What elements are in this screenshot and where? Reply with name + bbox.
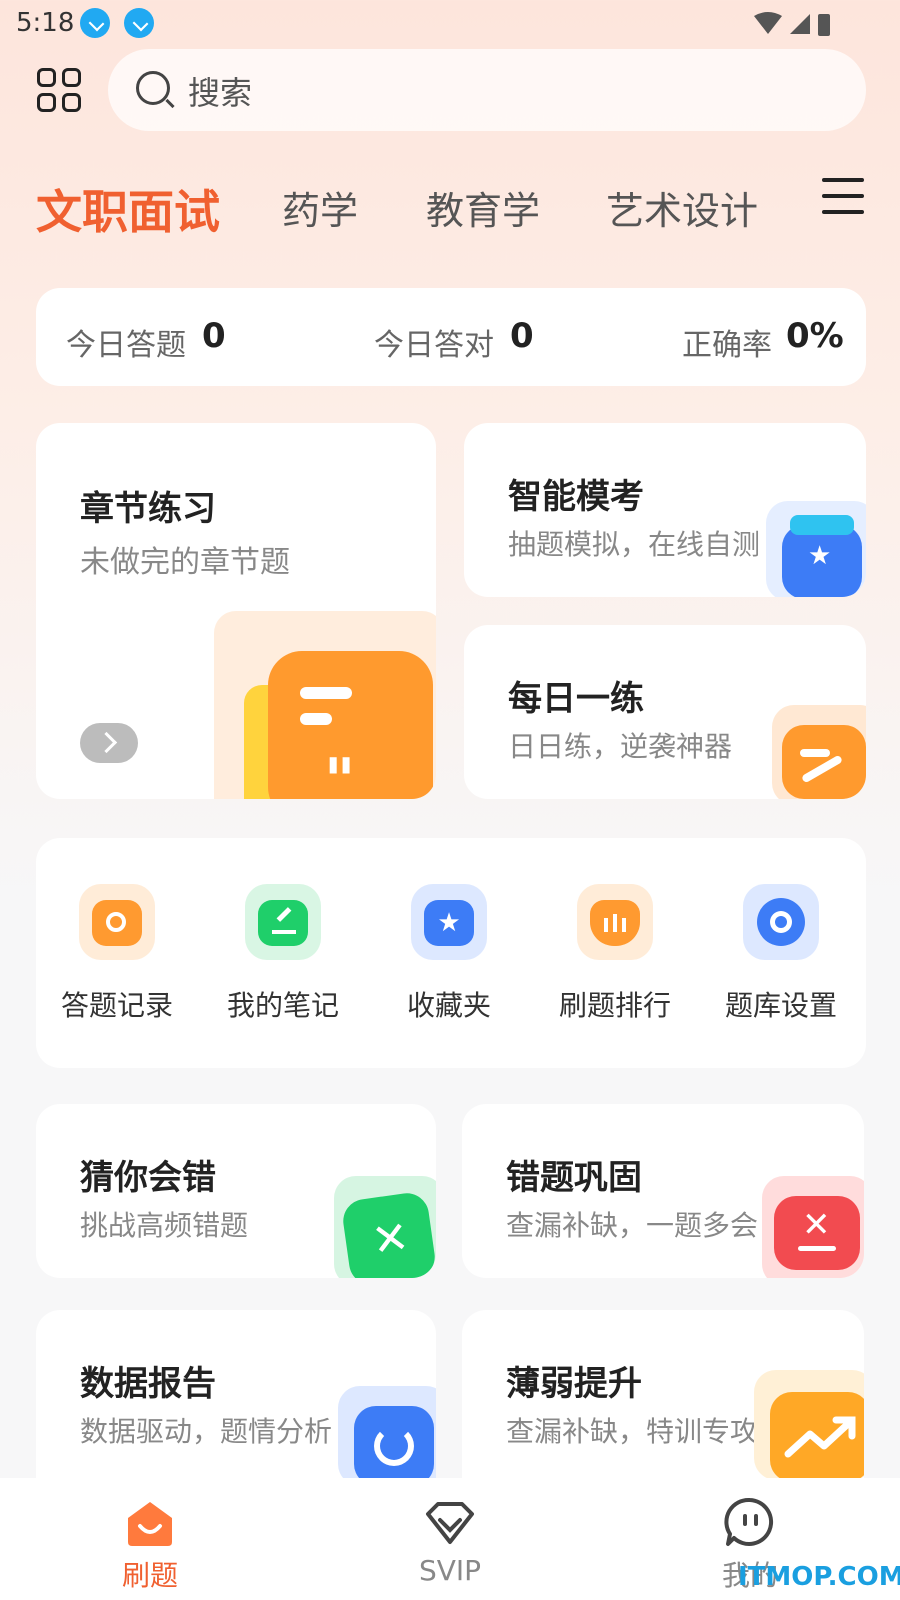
- tool-label: 答题记录: [60, 989, 173, 1022]
- wrong-consolidate-title: 错题巩固: [506, 1158, 642, 1198]
- chapter-practice-title: 章节练习: [80, 489, 216, 529]
- tool-label: 收藏夹: [406, 989, 491, 1022]
- tool-label: 我的笔记: [226, 989, 339, 1022]
- weak-improve-title: 薄弱提升: [506, 1364, 642, 1404]
- tool-bank-settings[interactable]: 题库设置: [706, 884, 856, 1044]
- download-icon: [80, 8, 110, 38]
- smart-mock-subtitle: 抽题模拟，在线自测: [508, 528, 761, 561]
- search-input[interactable]: 搜索: [108, 49, 866, 131]
- status-bar: 5:18: [0, 0, 900, 46]
- wrong-consolidate-subtitle: 查漏补缺，一题多会: [506, 1209, 759, 1242]
- today-correct-value: 0: [510, 316, 534, 356]
- chevron-right-icon[interactable]: [80, 723, 138, 763]
- daily-practice-card[interactable]: 每日一练 日日练，逆袭神器: [464, 625, 866, 799]
- smart-mock-icon: ★: [782, 515, 862, 597]
- search-record-icon: [79, 884, 155, 960]
- tab-jiaoyuxue[interactable]: 教育学: [426, 180, 540, 235]
- data-report-subtitle: 数据驱动，题情分析: [80, 1415, 333, 1448]
- tab-yaoxue[interactable]: 药学: [282, 180, 358, 235]
- accuracy-value: 0%: [786, 316, 844, 356]
- watermark-text: ITMOP.COM: [738, 1562, 900, 1592]
- nav-shuati[interactable]: 刷题: [90, 1478, 210, 1600]
- diamond-icon: [426, 1502, 474, 1544]
- daily-pencil-icon: [782, 725, 866, 799]
- menu-icon[interactable]: [822, 178, 864, 216]
- chapter-practice-subtitle: 未做完的章节题: [80, 545, 290, 580]
- daily-practice-subtitle: 日日练，逆袭神器: [508, 730, 733, 763]
- status-time: 5:18: [16, 8, 75, 38]
- tools-card: 答题记录 我的笔记 ★ 收藏夹 刷题排行 题库设置: [36, 838, 866, 1068]
- pie-chart-icon: [354, 1406, 434, 1486]
- trend-up-icon: [770, 1392, 864, 1482]
- ranking-icon: [577, 884, 653, 960]
- tool-label: 题库设置: [724, 989, 837, 1022]
- today-answered-label: 今日答题: [66, 328, 186, 363]
- star-icon: ★: [411, 884, 487, 960]
- tab-yishu-sheji[interactable]: 艺术设计: [606, 180, 758, 235]
- nav-svip[interactable]: SVIP: [390, 1478, 510, 1600]
- tool-favorites[interactable]: ★ 收藏夹: [374, 884, 524, 1044]
- data-report-title: 数据报告: [80, 1364, 216, 1404]
- note-icon: [245, 884, 321, 960]
- tab-wenzhi-mianshi[interactable]: 文职面试: [36, 176, 220, 242]
- signal-battery-icon: [754, 12, 830, 36]
- guess-wrong-title: 猜你会错: [80, 1158, 216, 1198]
- weak-improve-subtitle: 查漏补缺，特训专攻: [506, 1415, 759, 1448]
- daily-practice-title: 每日一练: [508, 679, 644, 719]
- chapter-practice-card[interactable]: 章节练习 未做完的章节题 ": [36, 423, 436, 799]
- smart-mock-card[interactable]: 智能模考 抽题模拟，在线自测 ★: [464, 423, 866, 597]
- chapter-quote-icon: ": [268, 651, 433, 799]
- apps-grid-icon[interactable]: [37, 68, 83, 114]
- home-icon: [128, 1502, 172, 1546]
- tool-ranking[interactable]: 刷题排行: [540, 884, 690, 1044]
- nav-label: 刷题: [121, 1559, 178, 1592]
- tool-label: 刷题排行: [558, 989, 671, 1022]
- guess-wrong-subtitle: 挑战高频错题: [80, 1209, 249, 1242]
- stats-card: 今日答题 0 今日答对 0 正确率 0%: [36, 288, 866, 386]
- wrong-x-icon: ✕: [774, 1196, 860, 1270]
- tool-my-notes[interactable]: 我的笔记: [208, 884, 358, 1044]
- today-answered-value: 0: [202, 316, 226, 356]
- accuracy-label: 正确率: [682, 328, 772, 363]
- guess-wrong-card[interactable]: 猜你会错 挑战高频错题 ✕: [36, 1104, 436, 1278]
- chat-bubble-icon: [724, 1497, 774, 1546]
- guess-wrong-icon: ✕: [340, 1190, 436, 1278]
- nav-label: SVIP: [418, 1554, 482, 1587]
- search-icon: [136, 71, 170, 105]
- smart-mock-title: 智能模考: [508, 477, 644, 517]
- tool-answer-record[interactable]: 答题记录: [42, 884, 192, 1044]
- search-placeholder: 搜索: [188, 74, 253, 112]
- wrong-consolidate-card[interactable]: 错题巩固 查漏补缺，一题多会 ✕: [462, 1104, 864, 1278]
- download-icon: [124, 8, 154, 38]
- today-correct-label: 今日答对: [374, 328, 494, 363]
- gear-icon: [743, 884, 819, 960]
